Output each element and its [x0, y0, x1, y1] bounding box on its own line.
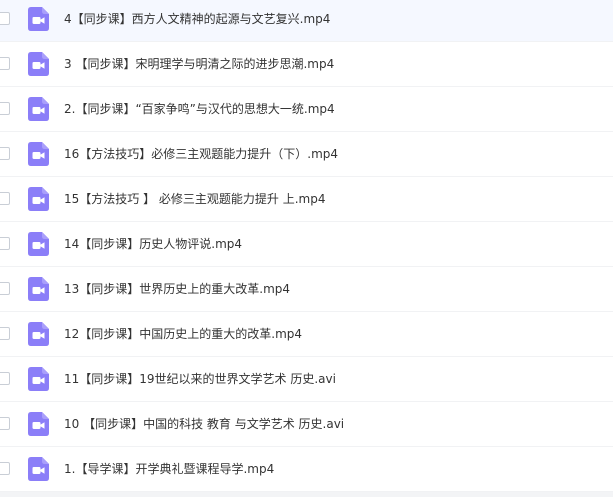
video-file-icon[interactable] [28, 52, 49, 76]
file-row-2[interactable]: 3 【同步课】宋明理学与明清之际的进步思潮.mp4 [0, 42, 613, 87]
file-row-8[interactable]: 12【同步课】中国历史上的重大的改革.mp4 [0, 312, 613, 357]
file-name[interactable]: 13【同步课】世界历史上的重大改革.mp4 [64, 267, 290, 312]
row-checkbox[interactable] [0, 192, 10, 205]
file-name[interactable]: 2.【同步课】“百家争鸣”与汉代的思想大一统.mp4 [64, 87, 335, 132]
file-row-5[interactable]: 15【方法技巧 】 必修三主观题能力提升 上.mp4 [0, 177, 613, 222]
row-checkbox[interactable] [0, 12, 10, 25]
file-row-1[interactable]: 4【同步课】西方人文精神的起源与文艺复兴.mp4 [0, 0, 613, 42]
row-checkbox[interactable] [0, 147, 10, 160]
file-name[interactable]: 4【同步课】西方人文精神的起源与文艺复兴.mp4 [64, 0, 330, 42]
file-name[interactable]: 10 【同步课】中国的科技 教育 与文学艺术 历史.avi [64, 402, 344, 447]
video-file-icon[interactable] [28, 322, 49, 346]
file-name[interactable]: 1.【导学课】开学典礼暨课程导学.mp4 [64, 447, 274, 492]
row-checkbox[interactable] [0, 417, 10, 430]
file-name[interactable]: 16【方法技巧】必修三主观题能力提升（下）.mp4 [64, 132, 338, 177]
file-row-9[interactable]: 11【同步课】19世纪以来的世界文学艺术 历史.avi [0, 357, 613, 402]
file-row-10[interactable]: 10 【同步课】中国的科技 教育 与文学艺术 历史.avi [0, 402, 613, 447]
file-name[interactable]: 12【同步课】中国历史上的重大的改革.mp4 [64, 312, 302, 357]
file-row-11[interactable]: 1.【导学课】开学典礼暨课程导学.mp4 [0, 447, 613, 492]
row-checkbox[interactable] [0, 237, 10, 250]
file-row-3[interactable]: 2.【同步课】“百家争鸣”与汉代的思想大一统.mp4 [0, 87, 613, 132]
file-name[interactable]: 15【方法技巧 】 必修三主观题能力提升 上.mp4 [64, 177, 325, 222]
video-file-icon[interactable] [28, 97, 49, 121]
video-file-icon[interactable] [28, 367, 49, 391]
file-row-7[interactable]: 13【同步课】世界历史上的重大改革.mp4 [0, 267, 613, 312]
video-file-icon[interactable] [28, 412, 49, 436]
file-name[interactable]: 14【同步课】历史人物评说.mp4 [64, 222, 242, 267]
video-file-icon[interactable] [28, 277, 49, 301]
video-file-icon[interactable] [28, 142, 49, 166]
file-row-4[interactable]: 16【方法技巧】必修三主观题能力提升（下）.mp4 [0, 132, 613, 177]
row-checkbox[interactable] [0, 327, 10, 340]
file-list: 4【同步课】西方人文精神的起源与文艺复兴.mp4 3 【同步课】宋明理学与明清之… [0, 0, 613, 492]
file-row-6[interactable]: 14【同步课】历史人物评说.mp4 [0, 222, 613, 267]
video-file-icon[interactable] [28, 457, 49, 481]
list-bottom-strip [0, 492, 613, 497]
file-name[interactable]: 11【同步课】19世纪以来的世界文学艺术 历史.avi [64, 357, 336, 402]
row-checkbox[interactable] [0, 282, 10, 295]
video-file-icon[interactable] [28, 187, 49, 211]
video-file-icon[interactable] [28, 7, 49, 31]
row-checkbox[interactable] [0, 372, 10, 385]
file-name[interactable]: 3 【同步课】宋明理学与明清之际的进步思潮.mp4 [64, 42, 334, 87]
row-checkbox[interactable] [0, 102, 10, 115]
row-checkbox[interactable] [0, 57, 10, 70]
video-file-icon[interactable] [28, 232, 49, 256]
row-checkbox[interactable] [0, 462, 10, 475]
